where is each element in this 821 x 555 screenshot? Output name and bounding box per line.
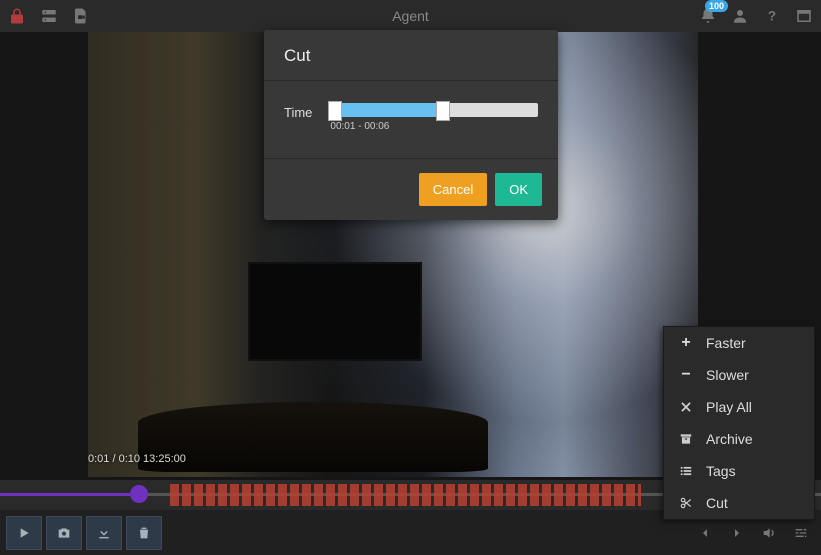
user-icon[interactable] [731, 7, 749, 25]
menu-item-slower[interactable]: − Slower [664, 359, 814, 391]
lock-icon[interactable] [8, 7, 26, 25]
context-menu: + Faster − Slower Play All Archive Tags … [663, 326, 815, 520]
page-title: Agent [0, 8, 821, 24]
prev-icon[interactable] [691, 519, 719, 547]
delete-button[interactable] [126, 516, 162, 550]
list-icon [678, 463, 694, 479]
volume-icon[interactable] [755, 519, 783, 547]
svg-text:?: ? [768, 9, 776, 24]
archive-icon [678, 431, 694, 447]
time-range-readout: 00:01 - 00:06 [330, 121, 538, 132]
time-slider-wrap: 00:01 - 00:06 [328, 103, 538, 132]
menu-label: Slower [706, 367, 749, 383]
menu-label: Cut [706, 495, 728, 511]
play-button[interactable] [6, 516, 42, 550]
top-bar: Agent 100 ? [0, 0, 821, 32]
next-icon[interactable] [723, 519, 751, 547]
settings-sliders-icon[interactable] [787, 519, 815, 547]
slider-handle-end[interactable] [436, 101, 450, 121]
menu-label: Archive [706, 431, 753, 447]
notification-badge: 100 [705, 0, 728, 12]
dialog-footer: Cancel OK [264, 159, 558, 220]
menu-label: Faster [706, 335, 746, 351]
close-icon [678, 399, 694, 415]
server-icon[interactable] [40, 7, 58, 25]
minus-icon: − [678, 367, 694, 383]
snapshot-button[interactable] [46, 516, 82, 550]
plus-icon: + [678, 335, 694, 351]
dialog-body: Time 00:01 - 00:06 [264, 80, 558, 159]
download-button[interactable] [86, 516, 122, 550]
topbar-right-icons: 100 ? [699, 7, 813, 25]
menu-item-play-all[interactable]: Play All [664, 391, 814, 423]
time-range-slider[interactable] [328, 103, 538, 117]
notifications-icon[interactable]: 100 [699, 7, 717, 25]
camera-file-icon[interactable] [72, 7, 90, 25]
cut-dialog: Cut Time 00:01 - 00:06 Cancel OK [264, 30, 558, 220]
scene-tv [248, 262, 422, 361]
time-label: Time [284, 103, 312, 120]
menu-item-cut[interactable]: Cut [664, 487, 814, 519]
topbar-left-icons [8, 7, 90, 25]
window-icon[interactable] [795, 7, 813, 25]
playback-time-overlay: 0:01 / 0:10 13:25:00 [88, 453, 186, 465]
timeline-playhead[interactable] [130, 485, 148, 503]
scissors-icon [678, 495, 694, 511]
menu-label: Play All [706, 399, 752, 415]
dialog-title: Cut [264, 30, 558, 80]
menu-label: Tags [706, 463, 736, 479]
menu-item-faster[interactable]: + Faster [664, 327, 814, 359]
cancel-button[interactable]: Cancel [419, 173, 487, 206]
timeline-motion-bars [170, 484, 641, 506]
scene-furniture [138, 402, 488, 472]
slider-handle-start[interactable] [328, 101, 342, 121]
ok-button[interactable]: OK [495, 173, 542, 206]
menu-item-tags[interactable]: Tags [664, 455, 814, 487]
timeline-progress [0, 493, 140, 496]
slider-fill [334, 103, 444, 117]
help-icon[interactable]: ? [763, 7, 781, 25]
menu-item-archive[interactable]: Archive [664, 423, 814, 455]
